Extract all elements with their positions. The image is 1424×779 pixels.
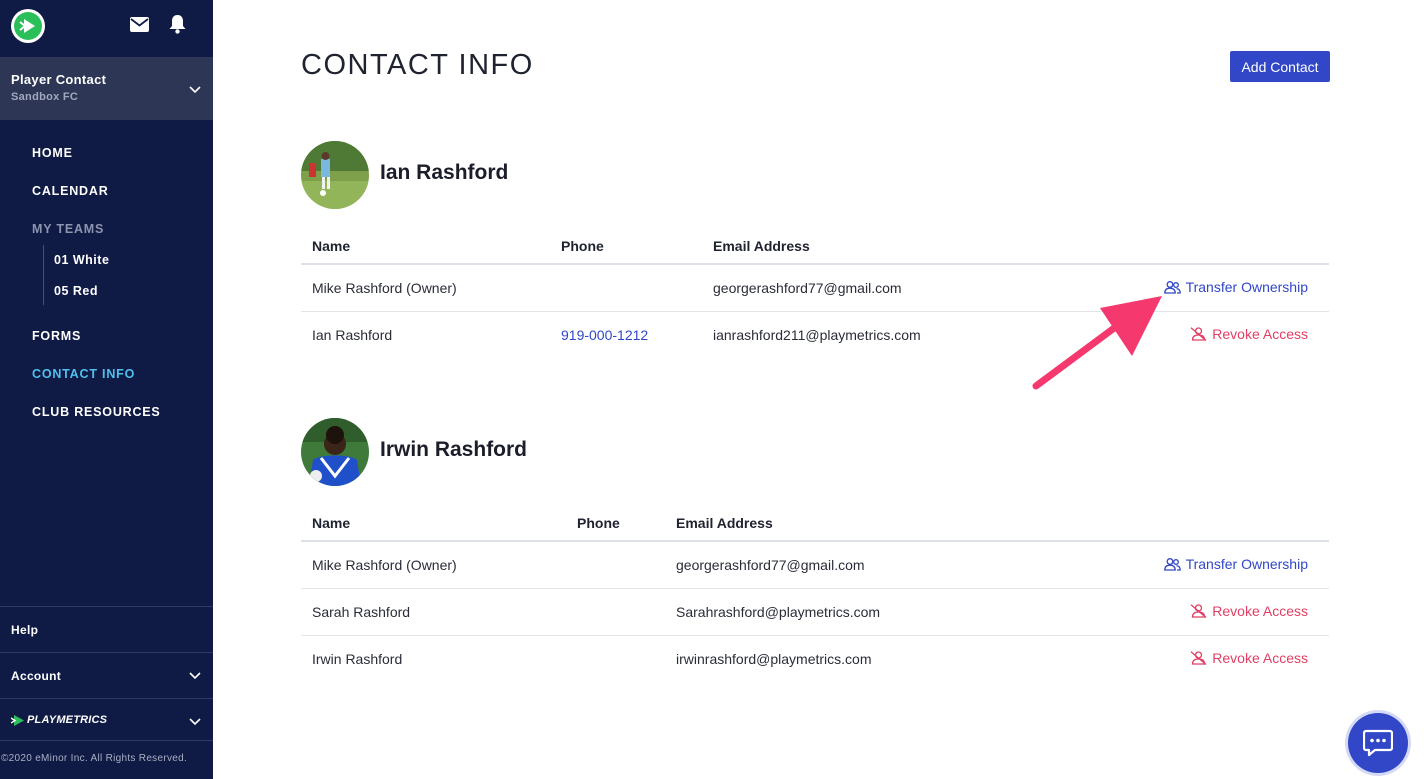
revoke-access-label: Revoke Access	[1212, 325, 1308, 342]
contacts-table: Name Phone Email Address Mike Rashford (…	[301, 505, 1329, 682]
player-name: Irwin Rashford	[380, 438, 528, 461]
player-name: Ian Rashford	[380, 161, 509, 184]
row-action-cell: Transfer Ownership	[1069, 541, 1329, 589]
nav-club-resources[interactable]: CLUB RESOURCES	[32, 405, 161, 419]
brand-row[interactable]: PLAYMETRICS	[0, 698, 213, 741]
table-row: Mike Rashford (Owner) georgerashford77@g…	[301, 264, 1329, 312]
copyright: ©2020 eMinor Inc. All Rights Reserved.	[0, 740, 213, 779]
chat-button[interactable]	[1348, 713, 1408, 773]
table-row: Ian Rashford 919-000-1212 ianrashford211…	[301, 311, 1329, 358]
user-slash-icon	[1190, 327, 1207, 341]
user-slash-icon	[1190, 603, 1207, 618]
users-icon	[1163, 280, 1181, 294]
column-header-phone: Phone	[550, 228, 702, 265]
player-avatar	[301, 418, 369, 486]
revoke-access-label: Revoke Access	[1212, 649, 1308, 666]
nav-my-teams-heading: MY TEAMS	[32, 222, 105, 236]
nav-team-05-red[interactable]: 05 Red	[54, 284, 98, 298]
row-action-cell: Revoke Access	[1069, 588, 1329, 636]
table-header-row: Name Phone Email Address	[301, 228, 1329, 265]
column-header-actions	[1069, 505, 1329, 542]
chevron-down-icon	[189, 81, 201, 99]
revoke-access-button[interactable]: Revoke Access	[1190, 603, 1308, 619]
chevron-down-icon	[189, 669, 201, 683]
revoke-access-button[interactable]: Revoke Access	[1190, 326, 1308, 342]
revoke-access-button[interactable]: Revoke Access	[1190, 650, 1308, 666]
transfer-ownership-label: Transfer Ownership	[1185, 279, 1308, 295]
playmetrics-logo-icon[interactable]	[11, 9, 45, 43]
mail-icon[interactable]	[129, 14, 149, 34]
transfer-ownership-button[interactable]: Transfer Ownership	[1163, 556, 1308, 572]
contact-name: Mike Rashford (Owner)	[301, 541, 566, 589]
contact-phone	[566, 588, 665, 636]
help-row[interactable]: Help	[0, 606, 213, 652]
contact-email: georgerashford77@gmail.com	[702, 264, 1069, 312]
contact-email: Sarahrashford@playmetrics.com	[665, 588, 1069, 636]
contact-name: Ian Rashford	[312, 326, 393, 343]
nav-home[interactable]: HOME	[32, 146, 73, 160]
org-title: Player Contact	[11, 72, 107, 87]
contact-email: georgerashford77@gmail.com	[665, 541, 1069, 589]
help-label: Help	[11, 622, 39, 637]
add-contact-button[interactable]: Add Contact	[1230, 51, 1330, 82]
contact-email: ianrashford211@playmetrics.com	[713, 326, 921, 343]
org-switcher[interactable]: Player Contact Sandbox FC	[0, 57, 213, 120]
brand-label: PLAYMETRICS	[27, 714, 108, 726]
transfer-ownership-label: Transfer Ownership	[1185, 556, 1308, 572]
phone-link[interactable]: 919-000-1212	[561, 327, 648, 343]
account-label: Account	[11, 668, 62, 683]
contact-phone	[550, 264, 702, 312]
users-icon	[1163, 557, 1181, 571]
account-row[interactable]: Account	[0, 652, 213, 698]
nav-calendar[interactable]: CALENDAR	[32, 184, 109, 198]
bell-icon[interactable]	[167, 14, 187, 34]
contact-name: Mike Rashford (Owner)	[301, 264, 550, 312]
column-header-name: Name	[301, 228, 550, 265]
playmetrics-brand: PLAYMETRICS	[11, 714, 107, 726]
row-action-cell: Revoke Access	[1069, 635, 1329, 682]
teams-divider-line	[43, 245, 44, 305]
org-subtitle: Sandbox FC	[11, 91, 79, 103]
contact-name: Irwin Rashford	[312, 650, 403, 667]
contact-phone	[566, 541, 665, 589]
nav-contact-info[interactable]: CONTACT INFO	[32, 367, 135, 381]
annotation-arrow-icon	[1032, 296, 1162, 390]
column-header-phone: Phone	[566, 505, 665, 542]
nav-forms[interactable]: FORMS	[32, 329, 81, 343]
contact-name: Sarah Rashford	[301, 588, 566, 636]
table-row: Irwin Rashford irwinrashford@playmetrics…	[301, 635, 1329, 682]
column-header-email: Email Address	[665, 505, 1069, 542]
chevron-down-icon	[189, 715, 201, 729]
column-header-name: Name	[301, 505, 566, 542]
table-row: Mike Rashford (Owner) georgerashford77@g…	[301, 541, 1329, 589]
table-header-row: Name Phone Email Address	[301, 505, 1329, 542]
page-title: CONTACT INFO	[301, 49, 534, 81]
revoke-access-label: Revoke Access	[1212, 602, 1308, 619]
chat-bubble-icon	[1363, 729, 1393, 757]
contact-phone	[566, 635, 665, 682]
column-header-email: Email Address	[702, 228, 1069, 265]
contact-email: irwinrashford@playmetrics.com	[676, 650, 872, 667]
column-header-actions	[1069, 228, 1329, 265]
sidebar-header	[0, 0, 213, 57]
transfer-ownership-button[interactable]: Transfer Ownership	[1163, 279, 1308, 295]
sidebar: Player Contact Sandbox FC HOME CALENDAR …	[0, 0, 213, 779]
user-slash-icon	[1190, 651, 1207, 665]
contact-phone: 919-000-1212	[550, 311, 702, 358]
nav-team-01-white[interactable]: 01 White	[54, 253, 109, 267]
contacts-table: Name Phone Email Address Mike Rashford (…	[301, 228, 1329, 358]
table-row: Sarah Rashford Sarahrashford@playmetrics…	[301, 588, 1329, 636]
playmetrics-mark-icon	[11, 714, 24, 726]
player-avatar	[301, 141, 369, 209]
